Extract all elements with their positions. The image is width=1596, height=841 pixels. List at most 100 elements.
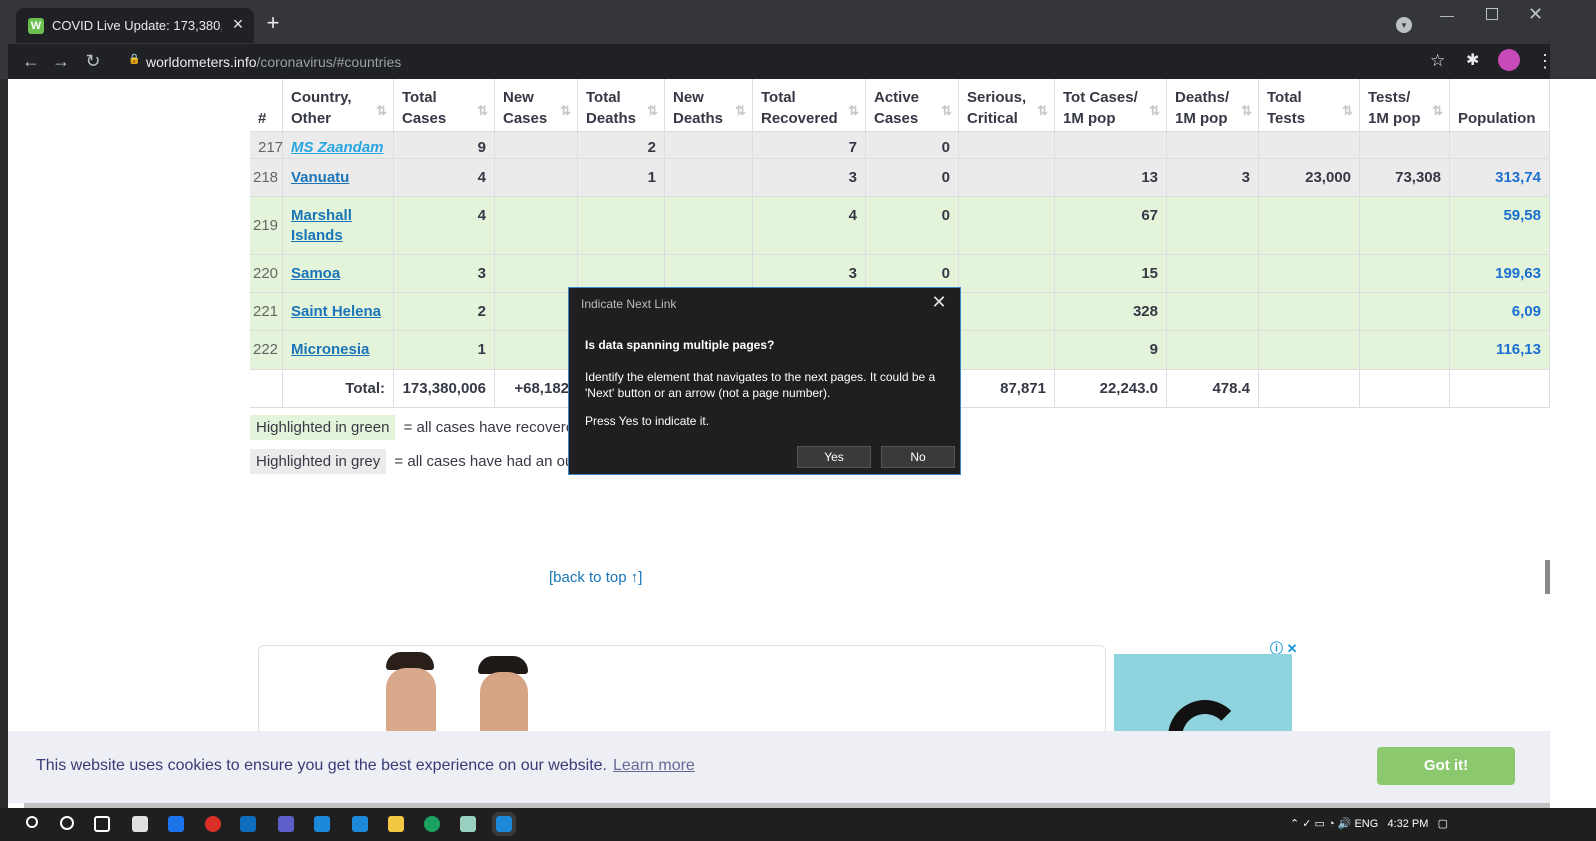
country-link[interactable]: Saint Helena — [291, 303, 381, 320]
task-view-icon[interactable] — [94, 816, 110, 832]
country-link[interactable]: Samoa — [291, 265, 340, 282]
column-header[interactable]: Total Recovered ⇅ — [753, 79, 866, 132]
table-cell: 3 — [394, 255, 495, 293]
no-button[interactable]: No — [881, 446, 955, 468]
table-cell — [1259, 331, 1360, 370]
cell-value: 7 — [848, 139, 857, 156]
menu-dots-icon[interactable]: ⋮ — [1536, 48, 1554, 74]
table-cell: 9 — [1055, 331, 1167, 370]
column-header[interactable]: Tot Cases/ 1M pop ⇅ — [1055, 79, 1167, 132]
cell-value: 313,74 — [1495, 169, 1541, 186]
column-header-label: Serious, Critical — [967, 89, 1027, 127]
learn-more-link[interactable]: Learn more — [613, 757, 695, 774]
sort-arrows-icon[interactable]: ⇅ — [1037, 100, 1048, 121]
extensions-puzzle-icon[interactable]: ✱ — [1466, 50, 1479, 70]
dialog-close-icon[interactable]: ✕ — [929, 292, 949, 312]
teams-icon[interactable] — [278, 816, 294, 832]
column-header[interactable]: Serious, Critical ⇅ — [959, 79, 1055, 132]
sort-arrows-icon[interactable]: ⇅ — [477, 100, 488, 121]
file-explorer-icon[interactable] — [388, 816, 404, 832]
tab-title: COVID Live Update: 173,380,006 — [52, 18, 222, 33]
outlook-icon[interactable] — [240, 816, 256, 832]
search-icon[interactable] — [26, 816, 38, 828]
store-icon[interactable] — [132, 816, 148, 832]
total-cell — [250, 370, 283, 408]
edge-icon[interactable] — [424, 816, 440, 832]
sort-arrows-icon[interactable]: ⇅ — [647, 100, 658, 121]
lock-icon: 🔒 — [128, 54, 141, 65]
country-link[interactable]: Marshall Islands — [291, 207, 352, 244]
studio-active-icon[interactable] — [492, 812, 516, 836]
tab-close-icon[interactable]: × — [228, 14, 248, 34]
address-bar[interactable]: 🔒 worldometers.info/coronavirus/#countri… — [116, 47, 1462, 76]
column-header[interactable]: Population — [1450, 79, 1550, 132]
sort-arrows-icon[interactable]: ⇅ — [376, 100, 387, 121]
column-header[interactable]: Deaths/ 1M pop ⇅ — [1167, 79, 1259, 132]
profile-avatar[interactable] — [1498, 49, 1520, 71]
column-header-label: Total Recovered — [761, 89, 838, 127]
dialog-title: Indicate Next Link — [581, 297, 677, 311]
table-cell — [959, 159, 1055, 197]
column-header[interactable]: Total Deaths ⇅ — [578, 79, 665, 132]
sort-arrows-icon[interactable]: ⇅ — [1149, 100, 1160, 121]
total-cell: Total: — [283, 370, 394, 408]
column-header[interactable]: Tests/ 1M pop ⇅ — [1360, 79, 1450, 132]
browser-tab[interactable]: W COVID Live Update: 173,380,006 × — [16, 8, 254, 43]
country-link[interactable]: Micronesia — [291, 341, 369, 358]
table-cell — [1167, 197, 1259, 255]
column-header[interactable]: New Deaths ⇅ — [665, 79, 753, 132]
language-indicator[interactable]: ENG — [1354, 818, 1378, 830]
forward-arrow-icon[interactable]: → — [50, 50, 72, 72]
sort-arrows-icon[interactable]: ⇅ — [1241, 100, 1252, 121]
cell-value[interactable]: MS Zaandam — [291, 139, 384, 156]
table-cell: 1 — [394, 331, 495, 370]
column-header-label: Active Cases — [874, 89, 920, 127]
sort-arrows-icon[interactable]: ⇅ — [735, 100, 746, 121]
sort-arrows-icon[interactable]: ⇅ — [560, 100, 571, 121]
clock[interactable]: 4:32 PM — [1387, 818, 1428, 830]
country-link[interactable]: Vanuatu — [291, 169, 349, 186]
column-header[interactable]: New Cases ⇅ — [495, 79, 578, 132]
cell-value: 59,58 — [1503, 207, 1541, 224]
sort-arrows-icon[interactable]: ⇅ — [1342, 100, 1353, 121]
table-cell — [1360, 197, 1450, 255]
bookmark-star-icon[interactable]: ☆ — [1430, 51, 1445, 71]
mail-icon[interactable] — [168, 816, 184, 832]
column-header[interactable]: Total Cases ⇅ — [394, 79, 495, 132]
yes-button[interactable]: Yes — [797, 446, 871, 468]
column-header[interactable]: Total Tests ⇅ — [1259, 79, 1360, 132]
column-header[interactable]: # — [250, 79, 283, 132]
total-cell — [1259, 370, 1360, 408]
studio-icon[interactable] — [352, 816, 368, 832]
close-window-icon[interactable]: ✕ — [1528, 4, 1548, 24]
column-header[interactable]: Active Cases ⇅ — [866, 79, 959, 132]
sort-arrows-icon[interactable]: ⇅ — [941, 100, 952, 121]
chrome-icon[interactable] — [205, 816, 221, 832]
cookie-text: This website uses cookies to ensure you … — [36, 757, 607, 774]
reload-icon[interactable]: ↻ — [82, 50, 104, 72]
notepad-icon[interactable] — [460, 816, 476, 832]
back-to-top-link[interactable]: [back to top ↑] — [549, 569, 642, 586]
column-header-label: Tests/ 1M pop — [1368, 89, 1421, 127]
url-path: /coronavirus/#countries — [256, 54, 402, 70]
table-cell: 199,63 — [1450, 255, 1550, 293]
legend-grey: Highlighted in grey = all cases have had… — [250, 449, 577, 474]
column-header[interactable]: Country, Other ⇅ — [283, 79, 394, 132]
tab-search-icon[interactable]: ▾ — [1396, 17, 1412, 33]
minimize-icon[interactable]: — — [1440, 8, 1456, 22]
sort-arrows-icon[interactable]: ⇅ — [1432, 100, 1443, 121]
table-cell: Vanuatu — [283, 159, 394, 197]
table-cell: Samoa — [283, 255, 394, 293]
cell-value: 0 — [941, 207, 950, 224]
back-arrow-icon[interactable]: ← — [20, 50, 42, 72]
sort-arrows-icon[interactable]: ⇅ — [848, 100, 859, 121]
total-cell: +68,182 — [495, 370, 578, 408]
vertical-scrollbar[interactable] — [1545, 560, 1550, 594]
new-tab-icon[interactable]: + — [262, 12, 284, 34]
maximize-icon[interactable] — [1486, 8, 1498, 20]
cortana-icon[interactable] — [60, 816, 74, 830]
cell-value: 221 — [253, 303, 279, 320]
cookie-accept-button[interactable]: Got it! — [1377, 747, 1515, 785]
studio-icon[interactable] — [314, 816, 330, 832]
table-cell: 13 — [1055, 159, 1167, 197]
